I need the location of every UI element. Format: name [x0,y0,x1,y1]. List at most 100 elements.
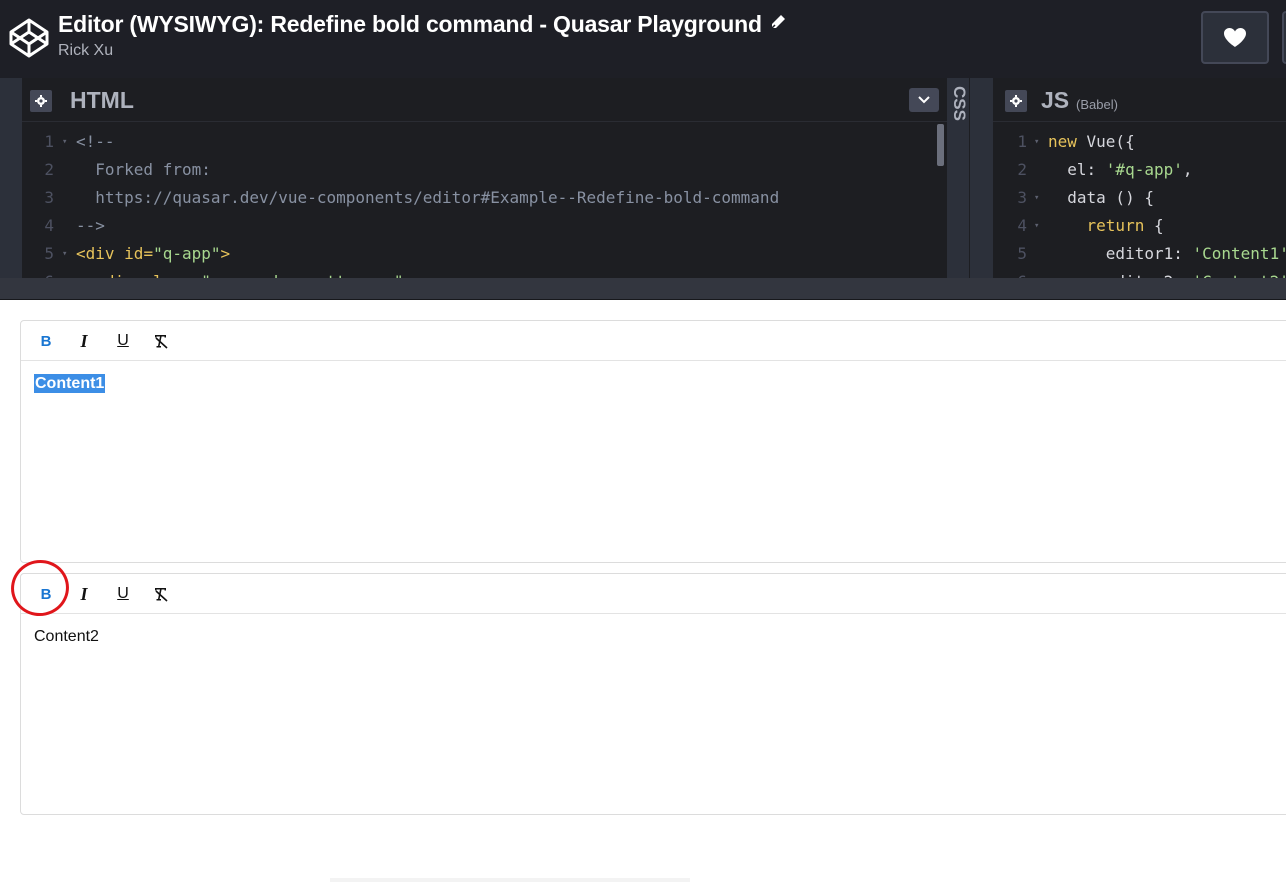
code-line[interactable]: 6 editor2: 'Content2' [993,268,1286,278]
code-token: , [1182,160,1193,179]
code-text: new Vue({ [1048,128,1135,156]
code-text: --> [76,212,105,240]
code-token: Forked from: [76,160,211,179]
fold-arrow-icon[interactable]: ▾ [62,240,67,268]
code-text: Forked from: [76,156,211,184]
fold-arrow-icon[interactable]: ▾ [1034,128,1039,156]
editor-2-toolbar: B I U [21,574,1286,614]
code-line[interactable]: 5 ▾ <div id="q-app"> [22,240,947,268]
js-code-area[interactable]: 1 ▾ new Vue({2 el: '#q-app', 3 ▾ data () {4 ▾… [993,128,1286,278]
code-editors: HTML 1 ▾ <!-- 2 Forked from: 3 https://quasa… [0,78,1286,278]
code-text: editor2: 'Content2' [1048,268,1286,278]
heart-icon [1224,28,1246,47]
html-code-area[interactable]: 1 ▾ <!-- 2 Forked from: 3 https://quasar.dev… [22,128,947,278]
html-settings-button[interactable] [30,90,52,112]
remove-format-icon [155,588,168,602]
line-number: 5 [44,244,54,263]
editor-2-content[interactable]: Content2 [21,614,1286,660]
code-token: return [1048,216,1154,235]
code-token: editor1: [1048,244,1193,263]
code-token: '#q-app' [1105,160,1183,179]
line-number: 6 [993,268,1027,278]
js-pane-preprocessor: (Babel) [1076,97,1118,112]
editor-2: B I U Content2 [20,573,1286,815]
fold-arrow-icon[interactable]: ▾ [62,128,67,156]
css-pane-collapsed[interactable]: CSS [947,78,969,278]
chevron-down-icon [918,96,930,104]
code-token: id= [124,244,154,263]
code-line[interactable]: 1 ▾ <!-- [22,128,947,156]
fold-arrow-icon[interactable]: ▾ [62,268,67,278]
love-button[interactable] [1201,11,1269,64]
editor-1: B I U Content1 [20,320,1286,563]
pen-header: Editor (WYSIWYG): Redefine bold command … [0,0,1286,78]
code-line[interactable]: 2 Forked from: [22,156,947,184]
code-token: { [1153,216,1164,235]
codepen-logo-icon[interactable] [8,17,50,59]
code-line[interactable]: 4 ▾ return { [993,212,1286,240]
html-scrollbar[interactable] [937,124,944,166]
html-editor-pane[interactable]: HTML 1 ▾ <!-- 2 Forked from: 3 https://quasa… [22,78,947,278]
code-token: el: [1048,160,1106,179]
code-text: return { [1048,212,1164,240]
code-text: <div id="q-app"> [76,240,230,268]
editor-1-toolbar: B I U [21,321,1286,361]
editor-2-remove-format-button[interactable] [148,581,174,607]
code-line[interactable]: 5 editor1: 'Content1', [993,240,1286,268]
gear-icon [1010,95,1022,107]
pen-title: Editor (WYSIWYG): Redefine bold command … [58,9,786,38]
code-token: 'Content1' [1192,244,1286,263]
code-token: "q-app" [153,244,221,263]
editor-1-content[interactable]: Content1 [21,361,1286,407]
html-pane-title: HTML [70,87,134,113]
line-number: 4 [44,216,54,235]
code-text: <div class="q-pa-md q-gutter-sm"> [76,268,413,278]
js-editor-pane[interactable]: JS (Babel) 1 ▾ new Vue({2 el: '#q-app', 3 ▾ … [993,78,1286,278]
pen-author[interactable]: Rick Xu [58,42,113,60]
editor-1-remove-format-button[interactable] [148,328,174,354]
css-pane-title: CSS [950,86,969,121]
remove-format-icon [155,335,168,349]
js-pane-title: JS [1041,87,1070,113]
code-token: > [220,244,231,263]
header-next-button[interactable] [1282,11,1286,64]
html-pane-header: HTML [22,78,947,122]
editor-2-text: Content2 [34,628,99,645]
left-resize-gutter[interactable] [0,78,22,278]
editor-2-italic-button[interactable]: I [71,581,97,607]
editor-preview-resize-bar[interactable] [0,278,1286,300]
js-settings-button[interactable] [1005,90,1027,112]
line-number: 4 [1017,216,1027,235]
editor-1-italic-button[interactable]: I [71,328,97,354]
code-text: <!-- [76,128,115,156]
code-line[interactable]: 6 ▾ <div class="q-pa-md q-gutter-sm"> [22,268,947,278]
html-pane-menu-button[interactable] [909,88,939,112]
code-line[interactable]: 3 ▾ data () { [993,184,1286,212]
line-number: 1 [1017,132,1027,151]
code-token: Vue({ [1086,132,1135,151]
fold-arrow-icon[interactable]: ▾ [1034,184,1039,212]
code-line[interactable]: 1 ▾ new Vue({ [993,128,1286,156]
line-number: 5 [1017,244,1027,263]
editor-2-underline-button[interactable]: U [110,581,136,607]
code-token: <!-- [76,132,115,151]
code-token: new [1048,132,1087,151]
editor-1-underline-button[interactable]: U [110,328,136,354]
pencil-icon[interactable] [770,9,786,36]
code-text: el: '#q-app', [1048,156,1193,184]
code-text: editor1: 'Content1', [1048,240,1286,268]
code-token: https://quasar.dev/vue-components/editor… [76,188,780,207]
bottom-edge-strip [330,878,690,882]
editor-1-bold-button[interactable]: B [33,328,59,354]
line-number: 2 [1017,160,1027,179]
line-number: 3 [1017,188,1027,207]
result-preview: B I U Content1 B I U Content2 [0,300,1286,882]
code-line[interactable]: 2 el: '#q-app', [993,156,1286,184]
code-text: data () { [1048,184,1154,212]
editor-1-selected-text: Content1 [34,374,106,393]
fold-arrow-icon[interactable]: ▾ [1034,212,1039,240]
code-line[interactable]: 4 --> [22,212,947,240]
middle-resize-gutter[interactable] [969,78,993,278]
line-number: 6 [22,268,54,278]
code-line[interactable]: 3 https://quasar.dev/vue-components/edit… [22,184,947,212]
